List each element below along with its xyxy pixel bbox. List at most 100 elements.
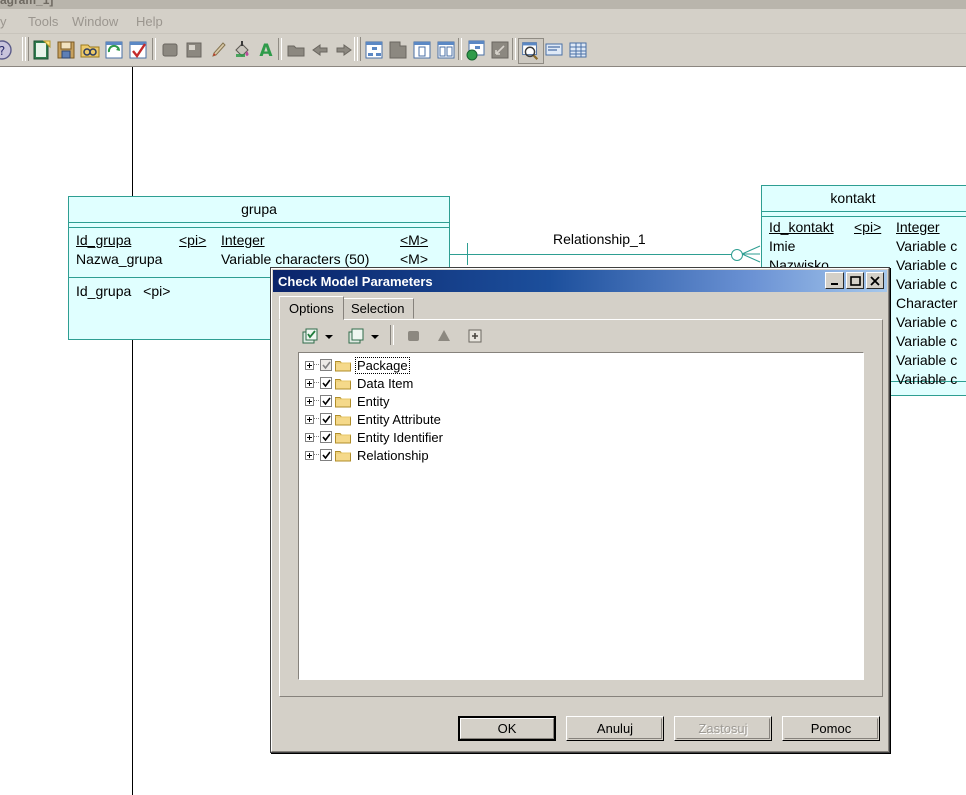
identifier-name: Id_grupa: [76, 283, 132, 299]
ok-button[interactable]: OK: [458, 716, 556, 741]
refresh-icon[interactable]: [102, 38, 126, 62]
tree-item-label: Entity Attribute: [357, 411, 441, 427]
tree-item-entity-attribute[interactable]: Entity Attribute: [299, 410, 863, 428]
brush-icon[interactable]: [206, 38, 230, 62]
expander-icon[interactable]: [305, 432, 314, 442]
subdiagram-icon[interactable]: [386, 38, 410, 62]
dialog-maximize-button[interactable]: [846, 272, 864, 289]
expander-icon[interactable]: [305, 414, 314, 424]
expander-icon[interactable]: [305, 450, 314, 460]
checkbox-package[interactable]: [320, 359, 332, 371]
save-model-icon[interactable]: [54, 38, 78, 62]
attribute-mandatory: <M>: [400, 232, 429, 248]
toolbar-grip-2[interactable]: [354, 37, 361, 61]
menu-item-tools[interactable]: Tools: [22, 12, 64, 31]
ok-button-label: OK: [497, 721, 517, 736]
tab-selection[interactable]: Selection: [341, 298, 415, 319]
check-model-icon[interactable]: [126, 38, 150, 62]
page-break-line: [132, 67, 133, 795]
attribute-mandatory: <M>: [400, 251, 429, 267]
tree-item-label: Relationship: [357, 447, 429, 463]
deselect-all-button[interactable]: [346, 325, 369, 347]
fill-color-icon[interactable]: [230, 38, 254, 62]
entity-title: grupa: [69, 197, 449, 223]
attribute-type: Variable c: [896, 276, 958, 292]
comment-icon[interactable]: [542, 38, 566, 62]
dialog-minimize-button[interactable]: [825, 272, 844, 289]
entity-kontakt[interactable]: kontakt: [761, 185, 966, 217]
relationship-crowfoot: [740, 244, 762, 266]
entity-attribute-row[interactable]: Id_kontakt <pi> Integer: [762, 219, 966, 238]
help-button[interactable]: Pomoc: [782, 716, 880, 741]
application-window: agram_1] y Tools Window Help ?: [0, 0, 966, 795]
checkbox-data-item[interactable]: [320, 377, 332, 389]
forward-arrow-icon[interactable]: [332, 38, 356, 62]
entity-title: kontakt: [762, 186, 966, 212]
zoom-icon[interactable]: [518, 38, 544, 64]
select-all-button[interactable]: [300, 325, 323, 347]
identifier-pi: <pi>: [143, 283, 171, 299]
folder-icon: [335, 377, 351, 390]
svg-text:?: ?: [0, 44, 5, 58]
toolbar-grip-1[interactable]: [22, 37, 29, 61]
tree-item-entity[interactable]: Entity: [299, 392, 863, 410]
menu-item-window[interactable]: Window: [66, 12, 124, 31]
back-arrow-icon[interactable]: [308, 38, 332, 62]
diagram-icon[interactable]: [362, 38, 386, 62]
object-icon[interactable]: [158, 38, 182, 62]
attribute-type: Variable c: [896, 333, 958, 349]
attribute-type: Variable c: [896, 314, 958, 330]
relationship-line[interactable]: [447, 254, 739, 255]
save-options-button[interactable]: [433, 325, 456, 347]
checkbox-entity-attribute[interactable]: [320, 413, 332, 425]
expand-all-button[interactable]: [464, 325, 487, 347]
apply-button[interactable]: Zastosuj: [674, 716, 772, 741]
object-properties-icon[interactable]: [182, 38, 206, 62]
tree-item-label: Package: [355, 356, 410, 374]
export-icon[interactable]: [488, 38, 512, 62]
open-folder-icon[interactable]: [78, 38, 102, 62]
help-pointer-icon[interactable]: ?: [0, 38, 14, 62]
generate-model-icon[interactable]: [464, 38, 488, 62]
menu-item-0[interactable]: y: [0, 12, 13, 31]
default-options-button[interactable]: [402, 325, 425, 347]
entity-attribute-row[interactable]: Id_grupa <pi> Integer <M>: [69, 232, 449, 251]
dialog-close-button[interactable]: [866, 272, 884, 289]
tree-item-entity-identifier[interactable]: Entity Identifier: [299, 428, 863, 446]
grid-icon[interactable]: [566, 38, 590, 62]
tree-item-package[interactable]: Package: [299, 356, 863, 374]
font-color-icon[interactable]: A: [254, 38, 278, 62]
folder-up-icon[interactable]: [284, 38, 308, 62]
checkbox-entity-identifier[interactable]: [320, 431, 332, 443]
relationship-label[interactable]: Relationship_1: [553, 231, 646, 247]
check-model-parameters-dialog[interactable]: Check Model Parameters Options Selection: [270, 267, 890, 753]
tree-item-data-item[interactable]: Data Item: [299, 374, 863, 392]
attribute-name: Imie: [769, 238, 796, 254]
page-icon[interactable]: [410, 38, 434, 62]
svg-text:A: A: [259, 41, 273, 61]
expander-icon[interactable]: [305, 378, 314, 388]
expander-icon[interactable]: [305, 396, 314, 406]
tree-item-label: Data Item: [357, 375, 414, 391]
tree-item-relationship[interactable]: Relationship: [299, 446, 863, 464]
model-object-tree[interactable]: Package Data Item Entity Entity Attribut…: [298, 352, 864, 680]
checkbox-relationship[interactable]: [320, 449, 332, 461]
options-tab-page: Package Data Item Entity Entity Attribut…: [279, 319, 883, 697]
entity-attribute-row[interactable]: Imie Variable c: [762, 238, 966, 257]
tab-options[interactable]: Options: [279, 296, 344, 320]
two-page-icon[interactable]: [434, 38, 458, 62]
folder-icon: [335, 395, 351, 408]
deselect-all-dropdown-arrow-icon[interactable]: [368, 325, 381, 347]
select-all-dropdown-arrow-icon[interactable]: [322, 325, 335, 347]
tree-item-label: Entity: [357, 393, 390, 409]
cancel-button[interactable]: Anuluj: [566, 716, 664, 741]
expander-icon[interactable]: [305, 360, 314, 370]
folder-icon: [335, 413, 351, 426]
help-button-label: Pomoc: [810, 721, 852, 736]
menu-item-help[interactable]: Help: [130, 12, 169, 31]
dialog-title-bar[interactable]: Check Model Parameters: [273, 270, 887, 292]
window-title-text: agram_1]: [0, 0, 54, 7]
new-model-icon[interactable]: [30, 38, 54, 62]
window-title-bar: agram_1]: [0, 0, 966, 9]
checkbox-entity[interactable]: [320, 395, 332, 407]
